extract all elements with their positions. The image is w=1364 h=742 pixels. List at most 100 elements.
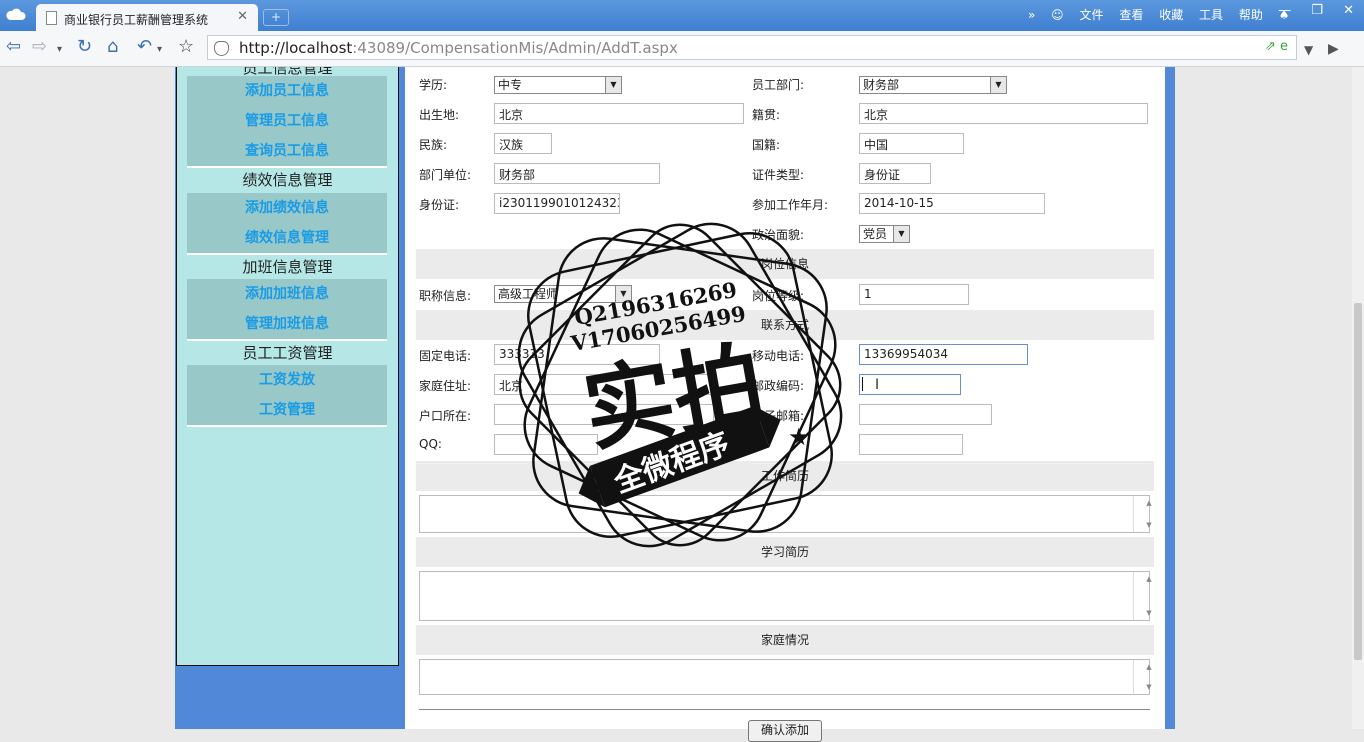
- restore-icon[interactable]: ❐: [1311, 3, 1323, 18]
- page-scrollbar[interactable]: [1352, 67, 1364, 729]
- text-cursor: [862, 377, 863, 391]
- label-department: 员工部门:: [752, 78, 805, 92]
- label-qq: QQ:: [419, 437, 442, 451]
- sidebar-item-query-employee[interactable]: 查询员工信息: [187, 136, 387, 166]
- scrollbar[interactable]: ▲ ▼: [1133, 660, 1152, 694]
- input-id-type[interactable]: 身份证: [859, 163, 931, 184]
- scroll-up-icon: ▲: [1146, 575, 1152, 583]
- textarea-study-history[interactable]: ▲ ▼: [419, 571, 1152, 621]
- select-department[interactable]: 财务部 ▼: [859, 76, 1007, 94]
- sidebar-item-add-employee[interactable]: 添加员工信息: [187, 76, 387, 106]
- scrollbar[interactable]: ▲ ▼: [1133, 496, 1152, 532]
- sidebar: 员工信息管理 添加员工信息 管理员工信息 查询员工信息 绩效信息管理 添加绩效信…: [176, 67, 399, 666]
- label-education: 学历:: [419, 78, 448, 92]
- undo-dropdown-icon[interactable]: ▾: [157, 40, 162, 60]
- sidebar-item-add-overtime[interactable]: 添加加班信息: [187, 279, 387, 309]
- chevron-down-icon: ▼: [893, 226, 909, 242]
- menu-help[interactable]: 帮助: [1239, 8, 1263, 22]
- browser-navbar: ⇦ ⇨ ▾ ↻ ⌂ ↶ ▾ ☆ http://localhost:43089/C…: [0, 31, 1364, 67]
- home-icon[interactable]: ⌂: [107, 37, 118, 57]
- menu-file[interactable]: 文件: [1080, 8, 1104, 22]
- input-mobile[interactable]: 13369954034: [859, 344, 1028, 365]
- go-icon[interactable]: ▶: [1328, 39, 1339, 59]
- label-id-number: 身份证:: [419, 198, 460, 212]
- label-title: 职称信息:: [419, 289, 472, 303]
- star-icon: ★: [593, 473, 615, 501]
- input-birthplace[interactable]: 北京: [494, 103, 744, 124]
- sidebar-item-salary-manage[interactable]: 工资管理: [187, 395, 387, 425]
- new-tab-button[interactable]: +: [263, 9, 289, 26]
- input-ethnicity[interactable]: 汉族: [494, 133, 552, 154]
- label-id-type: 证件类型:: [752, 168, 805, 182]
- close-tab-icon[interactable]: ✕: [237, 9, 248, 24]
- back-icon[interactable]: ⇦: [6, 37, 21, 57]
- divider: [187, 253, 387, 255]
- scroll-down-icon: ▼: [1146, 521, 1152, 529]
- label-phone: 固定电话:: [419, 349, 472, 363]
- input-work-start[interactable]: 2014-10-15: [859, 193, 1045, 214]
- submit-button[interactable]: 确认添加: [748, 720, 822, 742]
- divider: [187, 425, 387, 427]
- label-nationality: 国籍:: [752, 138, 781, 152]
- input-nationality[interactable]: 中国: [859, 133, 964, 154]
- more-icon[interactable]: »: [1028, 8, 1035, 22]
- textarea-family[interactable]: ▲ ▼: [419, 659, 1152, 695]
- scroll-down-icon: ▼: [1146, 609, 1152, 617]
- select-education[interactable]: 中专 ▼: [494, 76, 622, 94]
- scrollbar[interactable]: ▲ ▼: [1133, 572, 1152, 620]
- right-frame-edge: [1165, 67, 1175, 729]
- refresh-icon[interactable]: ↻: [77, 37, 92, 57]
- section-family: 家庭情况: [416, 625, 1154, 655]
- shield-icon: [214, 41, 229, 56]
- sidebar-heading-salary: 员工工资管理: [242, 344, 333, 362]
- scroll-up-icon: ▲: [1146, 663, 1152, 671]
- divider: [187, 166, 387, 168]
- label-unit: 部门单位:: [419, 168, 472, 182]
- watermark-stamp: Q2196316269 V17060256499 实拍 全微程序 ★ ★: [517, 222, 843, 548]
- divider: [419, 709, 1150, 710]
- label-native-place: 籍贯:: [752, 108, 781, 122]
- browser-logo-icon: [6, 8, 26, 20]
- sidebar-item-add-performance[interactable]: 添加绩效信息: [187, 193, 387, 223]
- ibeam-cursor-icon: I: [875, 377, 880, 393]
- browser-menu: » ☺ 文件 查看 收藏 工具 帮助 ♠: [1028, 6, 1302, 23]
- divider: [187, 339, 387, 341]
- url-text: http://localhost:43089/CompensationMis/A…: [239, 39, 678, 57]
- address-bar[interactable]: http://localhost:43089/CompensationMis/A…: [207, 35, 1297, 60]
- page-icon: [46, 11, 57, 25]
- forward-icon[interactable]: ⇨: [32, 37, 47, 57]
- menu-view[interactable]: 查看: [1119, 8, 1143, 22]
- window-controls: — ❐ ✕: [1262, 3, 1354, 18]
- user-icon[interactable]: ☺: [1051, 8, 1064, 22]
- undo-icon[interactable]: ↶: [137, 37, 152, 57]
- dropdown-icon[interactable]: ▼: [1304, 40, 1313, 60]
- sidebar-item-manage-overtime[interactable]: 管理加班信息: [187, 309, 387, 339]
- input-position-level[interactable]: 1: [859, 284, 969, 305]
- label-address: 家庭住址:: [419, 379, 472, 393]
- browser-tab[interactable]: 商业银行员工薪酬管理系统 ✕: [36, 4, 258, 31]
- tab-title: 商业银行员工薪酬管理系统: [64, 13, 209, 27]
- chevron-down-icon: ▼: [605, 77, 621, 93]
- label-ethnicity: 民族:: [419, 138, 448, 152]
- scroll-up-icon: ▲: [1146, 499, 1152, 507]
- input-other[interactable]: [859, 434, 963, 455]
- menu-favorites[interactable]: 收藏: [1159, 8, 1183, 22]
- chevron-down-icon: ▼: [990, 77, 1006, 93]
- input-native-place[interactable]: 北京: [859, 103, 1148, 124]
- sidebar-heading-performance: 绩效信息管理: [242, 171, 333, 189]
- menu-tools[interactable]: 工具: [1199, 8, 1223, 22]
- scrollbar-thumb[interactable]: [1354, 303, 1362, 660]
- sidebar-item-salary-payment[interactable]: 工资发放: [187, 365, 387, 395]
- star-icon[interactable]: ☆: [178, 37, 194, 57]
- sidebar-item-manage-employee[interactable]: 管理员工信息: [187, 106, 387, 136]
- label-hukou: 户口所在:: [419, 409, 472, 423]
- select-political[interactable]: 党员 ▼: [859, 225, 910, 243]
- browser-titlebar: 商业银行员工薪酬管理系统 ✕ + » ☺ 文件 查看 收藏 工具 帮助 ♠ — …: [0, 0, 1364, 31]
- sidebar-item-manage-performance[interactable]: 绩效信息管理: [187, 223, 387, 253]
- minimize-icon[interactable]: —: [1278, 3, 1291, 18]
- input-email[interactable]: [859, 404, 992, 425]
- chevron-down-icon[interactable]: ▾: [57, 40, 62, 60]
- share-icon[interactable]: ⇗ e: [1265, 39, 1288, 54]
- input-unit[interactable]: 财务部: [494, 163, 660, 184]
- close-window-icon[interactable]: ✕: [1343, 3, 1354, 18]
